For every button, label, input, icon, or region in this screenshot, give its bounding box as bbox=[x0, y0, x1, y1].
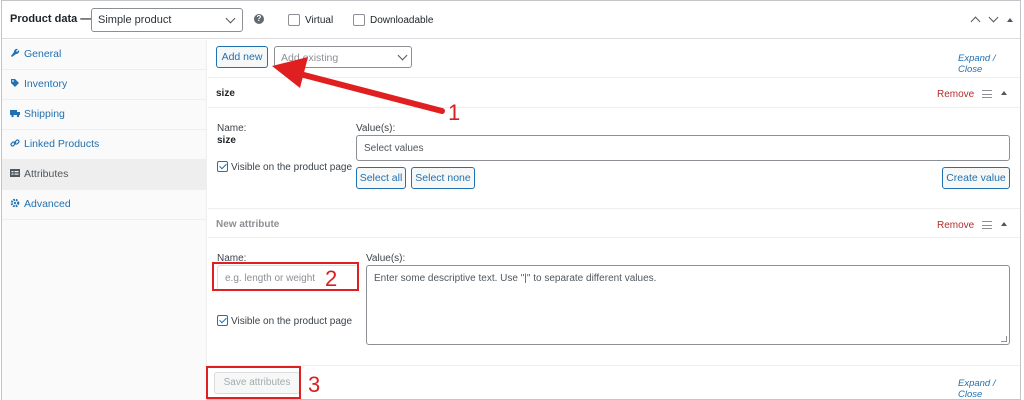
annotation-arrow bbox=[272, 57, 445, 114]
arrow-head-icon bbox=[272, 57, 308, 88]
